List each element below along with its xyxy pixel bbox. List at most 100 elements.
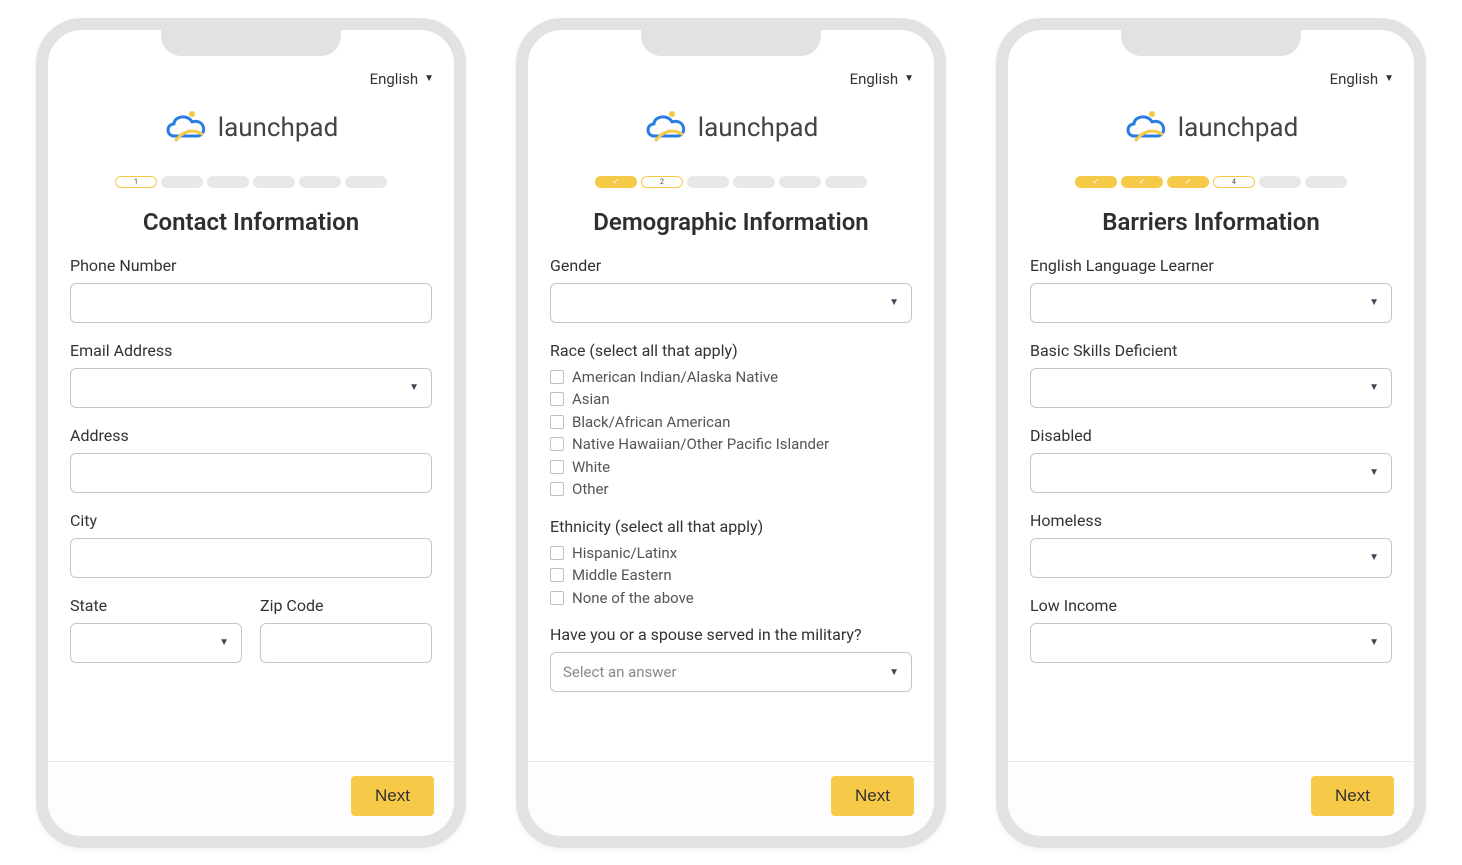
checkbox-icon: [550, 460, 564, 474]
step-4[interactable]: [733, 176, 775, 188]
screen-barriers: English ▼ launchpad 4 Barriers Informati…: [1008, 30, 1414, 836]
footer: Next: [1008, 761, 1414, 836]
address-field[interactable]: [70, 453, 432, 493]
label-email: Email Address: [70, 341, 432, 360]
label-ethnicity: Ethnicity (select all that apply): [550, 517, 912, 536]
chevron-down-icon: ▼: [889, 667, 899, 678]
label-disabled: Disabled: [1030, 426, 1392, 445]
race-option-5[interactable]: Other: [550, 478, 912, 501]
footer: Next: [528, 761, 934, 836]
label-zip: Zip Code: [260, 596, 432, 615]
field-city: City: [70, 511, 432, 578]
progress-stepper: 2: [528, 176, 934, 188]
city-field[interactable]: [70, 538, 432, 578]
phone-notch: [161, 28, 341, 56]
basic-skills-select[interactable]: ▼: [1030, 368, 1392, 408]
ethnicity-option-1[interactable]: Middle Eastern: [550, 564, 912, 587]
chevron-down-icon: ▼: [1369, 552, 1379, 563]
checkbox-icon: [550, 568, 564, 582]
progress-stepper: 1: [48, 176, 454, 188]
step-3[interactable]: [687, 176, 729, 188]
next-button[interactable]: Next: [351, 776, 434, 816]
step-3[interactable]: [1167, 176, 1209, 188]
step-3[interactable]: [207, 176, 249, 188]
page-title: Contact Information: [48, 208, 454, 236]
step-2[interactable]: 2: [641, 176, 683, 188]
chevron-down-icon: ▼: [1369, 382, 1379, 393]
label-ell: English Language Learner: [1030, 256, 1392, 275]
checkbox-icon: [550, 415, 564, 429]
field-address: Address: [70, 426, 432, 493]
step-6[interactable]: [825, 176, 867, 188]
field-homeless: Homeless ▼: [1030, 511, 1392, 578]
step-5[interactable]: [1259, 176, 1301, 188]
page-title: Demographic Information: [528, 208, 934, 236]
disabled-select[interactable]: ▼: [1030, 453, 1392, 493]
race-option-3[interactable]: Native Hawaiian/Other Pacific Islander: [550, 433, 912, 456]
next-button[interactable]: Next: [831, 776, 914, 816]
homeless-select[interactable]: ▼: [1030, 538, 1392, 578]
language-label: English: [1330, 70, 1379, 88]
field-disabled: Disabled ▼: [1030, 426, 1392, 493]
state-select[interactable]: ▼: [70, 623, 242, 663]
footer: Next: [48, 761, 454, 836]
ell-select[interactable]: ▼: [1030, 283, 1392, 323]
zip-code-field[interactable]: [260, 623, 432, 663]
language-select[interactable]: English ▼: [370, 70, 434, 88]
label-military: Have you or a spouse served in the milit…: [550, 625, 912, 644]
page-title: Barriers Information: [1008, 208, 1414, 236]
field-zip: Zip Code: [260, 596, 432, 663]
step-5[interactable]: [299, 176, 341, 188]
label-low-income: Low Income: [1030, 596, 1392, 615]
step-2[interactable]: [1121, 176, 1163, 188]
chevron-down-icon: ▼: [1369, 637, 1379, 648]
checkbox-icon: [550, 546, 564, 560]
race-option-0[interactable]: American Indian/Alaska Native: [550, 366, 912, 389]
phone-frame-2: English ▼ launchpad 2 Demographic Inform…: [516, 18, 946, 848]
military-select[interactable]: Select an answer▼: [550, 652, 912, 692]
row-state-zip: State ▼ Zip Code: [70, 596, 432, 681]
step-6[interactable]: [345, 176, 387, 188]
race-option-4[interactable]: White: [550, 456, 912, 479]
checkbox-icon: [550, 370, 564, 384]
field-state: State ▼: [70, 596, 242, 663]
race-option-1[interactable]: Asian: [550, 388, 912, 411]
step-1[interactable]: [595, 176, 637, 188]
field-ell: English Language Learner ▼: [1030, 256, 1392, 323]
step-4[interactable]: 4: [1213, 176, 1255, 188]
progress-stepper: 4: [1008, 176, 1414, 188]
chevron-down-icon: ▼: [424, 73, 434, 84]
ethnicity-option-0[interactable]: Hispanic/Latinx: [550, 542, 912, 565]
chevron-down-icon: ▼: [1369, 467, 1379, 478]
race-option-2[interactable]: Black/African American: [550, 411, 912, 434]
field-basic-skills: Basic Skills Deficient ▼: [1030, 341, 1392, 408]
email-address-select[interactable]: ▼: [70, 368, 432, 408]
low-income-select[interactable]: ▼: [1030, 623, 1392, 663]
chevron-down-icon: ▼: [1384, 73, 1394, 84]
chevron-down-icon: ▼: [409, 382, 419, 393]
field-email: Email Address ▼: [70, 341, 432, 408]
step-2[interactable]: [161, 176, 203, 188]
step-4[interactable]: [253, 176, 295, 188]
logo: launchpad: [48, 108, 454, 148]
phone-frame-1: English ▼ launchpad 1 Contact Informatio…: [36, 18, 466, 848]
step-1[interactable]: 1: [115, 176, 157, 188]
form-barriers: English Language Learner ▼ Basic Skills …: [1008, 256, 1414, 761]
phone-frame-3: English ▼ launchpad 4 Barriers Informati…: [996, 18, 1426, 848]
chevron-down-icon: ▼: [219, 637, 229, 648]
form-demographic: Gender ▼ Race (select all that apply) Am…: [528, 256, 934, 761]
label-address: Address: [70, 426, 432, 445]
language-select[interactable]: English ▼: [1330, 70, 1394, 88]
step-5[interactable]: [779, 176, 821, 188]
language-select[interactable]: English ▼: [850, 70, 914, 88]
checkbox-icon: [550, 392, 564, 406]
gender-select[interactable]: ▼: [550, 283, 912, 323]
phone-number-field[interactable]: [70, 283, 432, 323]
label-state: State: [70, 596, 242, 615]
step-1[interactable]: [1075, 176, 1117, 188]
chevron-down-icon: ▼: [1369, 297, 1379, 308]
next-button[interactable]: Next: [1311, 776, 1394, 816]
ethnicity-option-2[interactable]: None of the above: [550, 587, 912, 610]
field-low-income: Low Income ▼: [1030, 596, 1392, 663]
step-6[interactable]: [1305, 176, 1347, 188]
